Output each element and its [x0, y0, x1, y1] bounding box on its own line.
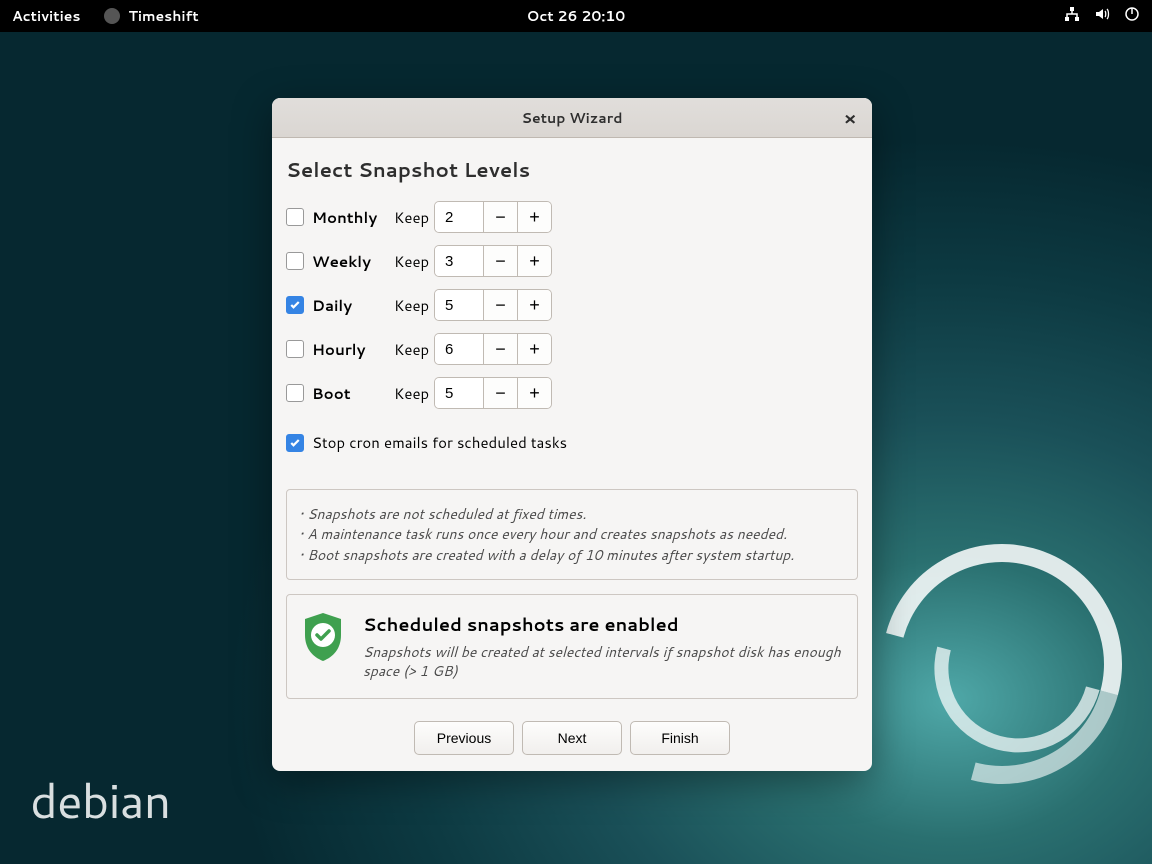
plus-icon: + [529, 339, 540, 360]
volume-icon[interactable] [1094, 6, 1110, 27]
weekly-keep-input[interactable] [435, 246, 483, 276]
level-row-daily: DailyKeep−+ [286, 288, 858, 322]
timeshift-icon [104, 8, 120, 24]
activities-button[interactable]: Activities [12, 6, 80, 26]
app-menu[interactable]: Timeshift [104, 6, 198, 26]
clock[interactable]: Oct 26 20:10 [527, 6, 626, 26]
boot-stepper: −+ [434, 377, 552, 409]
daily-checkbox[interactable] [286, 296, 304, 314]
window-title: Setup Wizard [522, 108, 623, 128]
hourly-increment-button[interactable]: + [517, 334, 551, 364]
monthly-increment-button[interactable]: + [517, 202, 551, 232]
info-line: • Snapshots are not scheduled at fixed t… [299, 504, 845, 524]
keep-label: Keep [394, 383, 434, 404]
previous-button[interactable]: Previous [414, 721, 514, 755]
plus-icon: + [529, 295, 540, 316]
boot-label: Boot [312, 383, 394, 404]
plus-icon: + [529, 383, 540, 404]
status-description: Snapshots will be created at selected in… [363, 643, 843, 682]
level-row-boot: BootKeep−+ [286, 376, 858, 410]
debian-swirl [838, 500, 1152, 828]
status-title: Scheduled snapshots are enabled [363, 611, 843, 637]
info-box: • Snapshots are not scheduled at fixed t… [286, 489, 858, 580]
close-icon: × [844, 105, 857, 131]
level-row-monthly: MonthlyKeep−+ [286, 200, 858, 234]
shield-check-icon [301, 611, 345, 663]
boot-decrement-button[interactable]: − [483, 378, 517, 408]
weekly-checkbox[interactable] [286, 252, 304, 270]
hourly-label: Hourly [312, 339, 394, 360]
daily-decrement-button[interactable]: − [483, 290, 517, 320]
monthly-keep-input[interactable] [435, 202, 483, 232]
hourly-checkbox[interactable] [286, 340, 304, 358]
weekly-label: Weekly [312, 251, 394, 272]
debian-wordmark: debian [30, 766, 170, 834]
minus-icon: − [495, 295, 506, 316]
keep-label: Keep [394, 339, 434, 360]
gnome-topbar: Activities Timeshift Oct 26 20:10 [0, 0, 1152, 32]
keep-label: Keep [394, 207, 434, 228]
boot-keep-input[interactable] [435, 378, 483, 408]
weekly-increment-button[interactable]: + [517, 246, 551, 276]
network-icon[interactable] [1064, 6, 1080, 27]
daily-keep-input[interactable] [435, 290, 483, 320]
hourly-keep-input[interactable] [435, 334, 483, 364]
minus-icon: − [495, 339, 506, 360]
next-button[interactable]: Next [522, 721, 622, 755]
plus-icon: + [529, 251, 540, 272]
plus-icon: + [529, 207, 540, 228]
level-row-hourly: HourlyKeep−+ [286, 332, 858, 366]
close-button[interactable]: × [840, 108, 860, 128]
cron-label: Stop cron emails for scheduled tasks [312, 432, 567, 453]
daily-label: Daily [312, 295, 394, 316]
page-heading: Select Snapshot Levels [286, 156, 858, 184]
minus-icon: − [495, 251, 506, 272]
monthly-checkbox[interactable] [286, 208, 304, 226]
info-line: • A maintenance task runs once every hou… [299, 524, 845, 544]
hourly-decrement-button[interactable]: − [483, 334, 517, 364]
keep-label: Keep [394, 251, 434, 272]
info-line: • Boot snapshots are created with a dela… [299, 545, 845, 565]
boot-checkbox[interactable] [286, 384, 304, 402]
level-row-weekly: WeeklyKeep−+ [286, 244, 858, 278]
monthly-stepper: −+ [434, 201, 552, 233]
daily-increment-button[interactable]: + [517, 290, 551, 320]
keep-label: Keep [394, 295, 434, 316]
minus-icon: − [495, 383, 506, 404]
daily-stepper: −+ [434, 289, 552, 321]
boot-increment-button[interactable]: + [517, 378, 551, 408]
weekly-decrement-button[interactable]: − [483, 246, 517, 276]
power-icon[interactable] [1124, 6, 1140, 27]
finish-button[interactable]: Finish [630, 721, 730, 755]
app-menu-label: Timeshift [128, 6, 198, 26]
monthly-decrement-button[interactable]: − [483, 202, 517, 232]
setup-wizard-window: Setup Wizard × Select Snapshot Levels Mo… [272, 98, 872, 771]
minus-icon: − [495, 207, 506, 228]
cron-checkbox[interactable] [286, 434, 304, 452]
hourly-stepper: −+ [434, 333, 552, 365]
status-box: Scheduled snapshots are enabled Snapshot… [286, 594, 858, 699]
window-titlebar: Setup Wizard × [272, 98, 872, 138]
weekly-stepper: −+ [434, 245, 552, 277]
monthly-label: Monthly [312, 207, 394, 228]
